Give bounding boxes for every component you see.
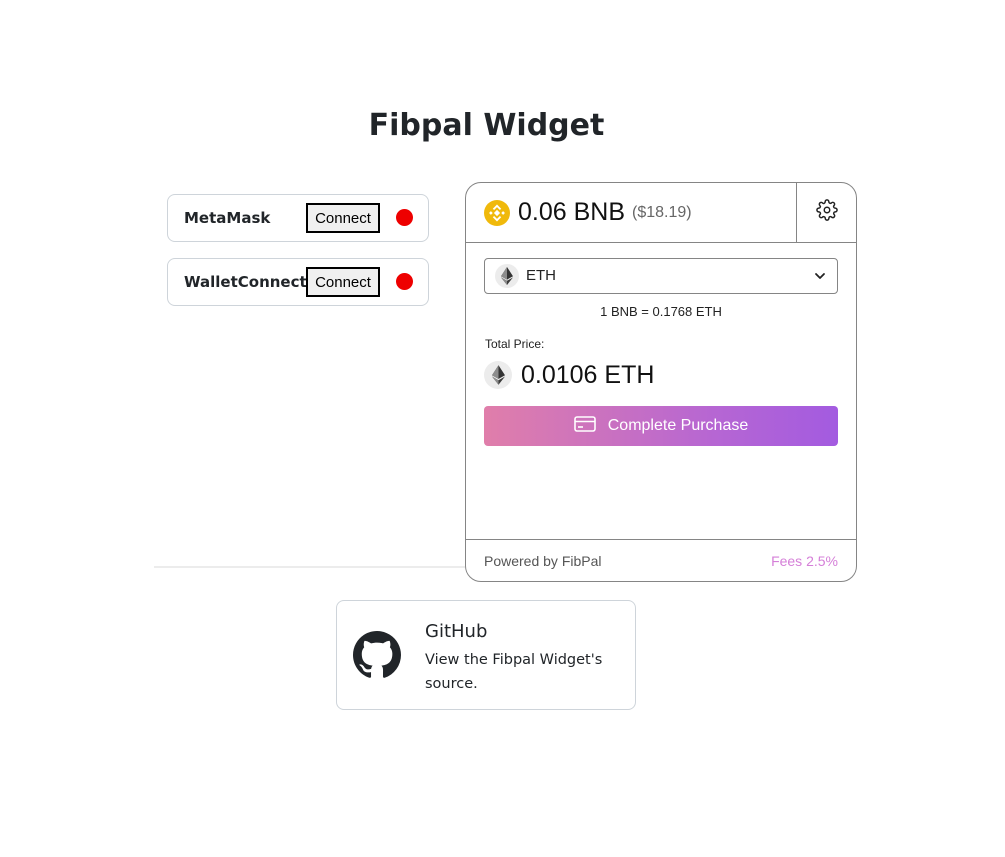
metamask-connect-button[interactable]: Connect <box>306 203 380 233</box>
github-link-card[interactable]: GitHub View the Fibpal Widget's source. <box>336 600 636 710</box>
wallet-card-walletconnect: WalletConnect Connect <box>167 258 429 306</box>
eth-icon <box>484 361 512 389</box>
widget-footer: Powered by FibPal Fees 2.5% <box>466 539 856 581</box>
github-card-title: GitHub <box>425 621 488 642</box>
balance-usd-value: ($18.19) <box>632 204 692 221</box>
total-price-amount: 0.0106 ETH <box>521 361 655 389</box>
bnb-icon <box>484 200 510 226</box>
github-card-description: View the Fibpal Widget's source. <box>425 652 603 692</box>
powered-by-text: Powered by FibPal <box>484 553 602 569</box>
credit-card-icon <box>573 415 596 437</box>
exchange-rate: 1 BNB = 0.1768 ETH <box>600 304 722 319</box>
wallet-card-metamask: MetaMask Connect <box>167 194 429 242</box>
fees-text: Fees 2.5% <box>771 553 838 569</box>
balance-amount: 0.06 BNB <box>518 198 626 226</box>
settings-button[interactable] <box>796 183 856 242</box>
widget-header: 0.06 BNB ($18.19) <box>466 183 856 243</box>
purchase-widget: 0.06 BNB ($18.19) ETH 1 BNB = 0.1768 ETH… <box>465 182 857 582</box>
github-icon <box>353 631 401 684</box>
walletconnect-status-indicator <box>396 273 413 290</box>
wallet-name: MetaMask <box>184 209 271 227</box>
complete-purchase-button[interactable]: Complete Purchase <box>484 406 838 446</box>
complete-purchase-label: Complete Purchase <box>607 417 749 434</box>
total-price-label: Total Price: <box>485 337 545 351</box>
selected-token-label: ETH <box>526 267 556 284</box>
page-title: Fibpal Widget <box>368 108 605 143</box>
gear-icon <box>815 199 838 226</box>
token-select[interactable]: ETH <box>484 258 838 294</box>
walletconnect-connect-button[interactable]: Connect <box>306 267 380 297</box>
metamask-status-indicator <box>396 209 413 226</box>
wallet-name: WalletConnect <box>184 273 307 291</box>
chevron-down-icon <box>813 269 827 288</box>
eth-icon <box>495 264 519 288</box>
